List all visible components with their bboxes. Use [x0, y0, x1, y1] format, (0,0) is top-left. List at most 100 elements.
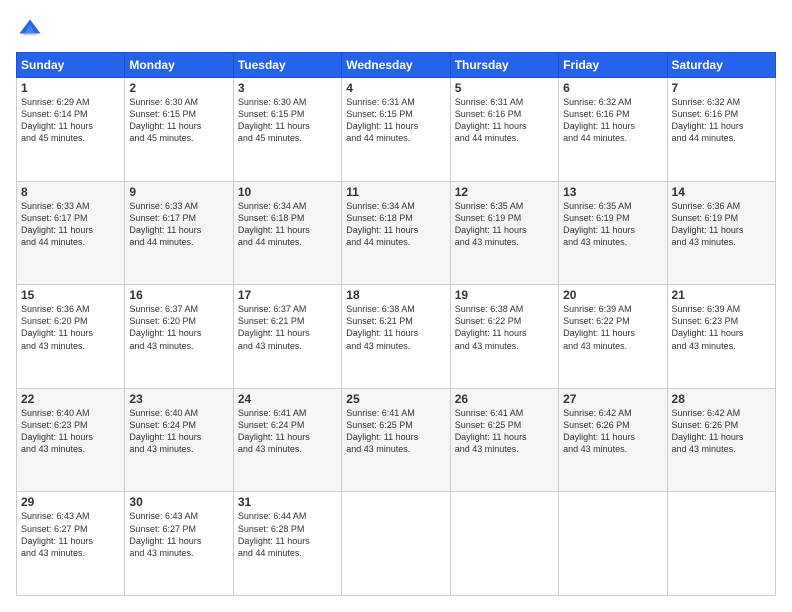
day-number: 13: [563, 185, 662, 199]
calendar-cell: 20Sunrise: 6:39 AM Sunset: 6:22 PM Dayli…: [559, 285, 667, 389]
calendar-cell: 17Sunrise: 6:37 AM Sunset: 6:21 PM Dayli…: [233, 285, 341, 389]
calendar-cell: 11Sunrise: 6:34 AM Sunset: 6:18 PM Dayli…: [342, 181, 450, 285]
day-details: Sunrise: 6:40 AM Sunset: 6:23 PM Dayligh…: [21, 407, 120, 456]
calendar-cell: [342, 492, 450, 596]
day-details: Sunrise: 6:44 AM Sunset: 6:28 PM Dayligh…: [238, 510, 337, 559]
day-details: Sunrise: 6:38 AM Sunset: 6:22 PM Dayligh…: [455, 303, 554, 352]
day-number: 3: [238, 81, 337, 95]
day-details: Sunrise: 6:43 AM Sunset: 6:27 PM Dayligh…: [129, 510, 228, 559]
day-details: Sunrise: 6:33 AM Sunset: 6:17 PM Dayligh…: [129, 200, 228, 249]
day-number: 22: [21, 392, 120, 406]
day-number: 2: [129, 81, 228, 95]
calendar-cell: 19Sunrise: 6:38 AM Sunset: 6:22 PM Dayli…: [450, 285, 558, 389]
day-details: Sunrise: 6:42 AM Sunset: 6:26 PM Dayligh…: [672, 407, 771, 456]
day-number: 24: [238, 392, 337, 406]
calendar-cell: 10Sunrise: 6:34 AM Sunset: 6:18 PM Dayli…: [233, 181, 341, 285]
calendar-cell: 28Sunrise: 6:42 AM Sunset: 6:26 PM Dayli…: [667, 388, 775, 492]
calendar-cell: 27Sunrise: 6:42 AM Sunset: 6:26 PM Dayli…: [559, 388, 667, 492]
calendar-cell: [559, 492, 667, 596]
calendar-cell: 6Sunrise: 6:32 AM Sunset: 6:16 PM Daylig…: [559, 78, 667, 182]
day-details: Sunrise: 6:36 AM Sunset: 6:20 PM Dayligh…: [21, 303, 120, 352]
calendar-cell: 5Sunrise: 6:31 AM Sunset: 6:16 PM Daylig…: [450, 78, 558, 182]
calendar-cell: 8Sunrise: 6:33 AM Sunset: 6:17 PM Daylig…: [17, 181, 125, 285]
calendar-cell: 21Sunrise: 6:39 AM Sunset: 6:23 PM Dayli…: [667, 285, 775, 389]
calendar-cell: 24Sunrise: 6:41 AM Sunset: 6:24 PM Dayli…: [233, 388, 341, 492]
day-number: 5: [455, 81, 554, 95]
calendar-cell: 14Sunrise: 6:36 AM Sunset: 6:19 PM Dayli…: [667, 181, 775, 285]
calendar-cell: 16Sunrise: 6:37 AM Sunset: 6:20 PM Dayli…: [125, 285, 233, 389]
day-details: Sunrise: 6:30 AM Sunset: 6:15 PM Dayligh…: [129, 96, 228, 145]
day-number: 1: [21, 81, 120, 95]
day-number: 16: [129, 288, 228, 302]
weekday-header: Friday: [559, 53, 667, 78]
day-details: Sunrise: 6:40 AM Sunset: 6:24 PM Dayligh…: [129, 407, 228, 456]
day-details: Sunrise: 6:32 AM Sunset: 6:16 PM Dayligh…: [672, 96, 771, 145]
day-number: 4: [346, 81, 445, 95]
day-details: Sunrise: 6:32 AM Sunset: 6:16 PM Dayligh…: [563, 96, 662, 145]
header: [16, 16, 776, 44]
day-number: 10: [238, 185, 337, 199]
day-details: Sunrise: 6:41 AM Sunset: 6:25 PM Dayligh…: [346, 407, 445, 456]
day-number: 17: [238, 288, 337, 302]
calendar-cell: [450, 492, 558, 596]
weekday-header: Monday: [125, 53, 233, 78]
day-details: Sunrise: 6:41 AM Sunset: 6:24 PM Dayligh…: [238, 407, 337, 456]
day-number: 15: [21, 288, 120, 302]
calendar-cell: 22Sunrise: 6:40 AM Sunset: 6:23 PM Dayli…: [17, 388, 125, 492]
day-number: 8: [21, 185, 120, 199]
day-number: 30: [129, 495, 228, 509]
calendar-cell: 1Sunrise: 6:29 AM Sunset: 6:14 PM Daylig…: [17, 78, 125, 182]
calendar-cell: 25Sunrise: 6:41 AM Sunset: 6:25 PM Dayli…: [342, 388, 450, 492]
day-details: Sunrise: 6:37 AM Sunset: 6:20 PM Dayligh…: [129, 303, 228, 352]
day-details: Sunrise: 6:37 AM Sunset: 6:21 PM Dayligh…: [238, 303, 337, 352]
day-number: 26: [455, 392, 554, 406]
day-details: Sunrise: 6:33 AM Sunset: 6:17 PM Dayligh…: [21, 200, 120, 249]
day-details: Sunrise: 6:39 AM Sunset: 6:23 PM Dayligh…: [672, 303, 771, 352]
weekday-header: Sunday: [17, 53, 125, 78]
calendar-cell: 3Sunrise: 6:30 AM Sunset: 6:15 PM Daylig…: [233, 78, 341, 182]
day-details: Sunrise: 6:43 AM Sunset: 6:27 PM Dayligh…: [21, 510, 120, 559]
calendar-cell: [667, 492, 775, 596]
logo: [16, 16, 48, 44]
day-number: 20: [563, 288, 662, 302]
day-details: Sunrise: 6:34 AM Sunset: 6:18 PM Dayligh…: [238, 200, 337, 249]
calendar-cell: 13Sunrise: 6:35 AM Sunset: 6:19 PM Dayli…: [559, 181, 667, 285]
day-details: Sunrise: 6:41 AM Sunset: 6:25 PM Dayligh…: [455, 407, 554, 456]
day-details: Sunrise: 6:42 AM Sunset: 6:26 PM Dayligh…: [563, 407, 662, 456]
day-number: 7: [672, 81, 771, 95]
day-number: 19: [455, 288, 554, 302]
weekday-header: Wednesday: [342, 53, 450, 78]
day-number: 14: [672, 185, 771, 199]
day-number: 23: [129, 392, 228, 406]
day-number: 25: [346, 392, 445, 406]
calendar-cell: 26Sunrise: 6:41 AM Sunset: 6:25 PM Dayli…: [450, 388, 558, 492]
weekday-header: Thursday: [450, 53, 558, 78]
logo-icon: [16, 16, 44, 44]
day-number: 18: [346, 288, 445, 302]
day-number: 27: [563, 392, 662, 406]
weekday-header: Saturday: [667, 53, 775, 78]
day-details: Sunrise: 6:38 AM Sunset: 6:21 PM Dayligh…: [346, 303, 445, 352]
calendar-cell: 9Sunrise: 6:33 AM Sunset: 6:17 PM Daylig…: [125, 181, 233, 285]
day-number: 9: [129, 185, 228, 199]
weekday-header: Tuesday: [233, 53, 341, 78]
calendar-cell: 29Sunrise: 6:43 AM Sunset: 6:27 PM Dayli…: [17, 492, 125, 596]
day-details: Sunrise: 6:35 AM Sunset: 6:19 PM Dayligh…: [455, 200, 554, 249]
day-details: Sunrise: 6:30 AM Sunset: 6:15 PM Dayligh…: [238, 96, 337, 145]
day-details: Sunrise: 6:35 AM Sunset: 6:19 PM Dayligh…: [563, 200, 662, 249]
day-number: 31: [238, 495, 337, 509]
calendar-cell: 7Sunrise: 6:32 AM Sunset: 6:16 PM Daylig…: [667, 78, 775, 182]
day-details: Sunrise: 6:36 AM Sunset: 6:19 PM Dayligh…: [672, 200, 771, 249]
day-number: 6: [563, 81, 662, 95]
day-details: Sunrise: 6:31 AM Sunset: 6:15 PM Dayligh…: [346, 96, 445, 145]
calendar-cell: 31Sunrise: 6:44 AM Sunset: 6:28 PM Dayli…: [233, 492, 341, 596]
calendar-cell: 12Sunrise: 6:35 AM Sunset: 6:19 PM Dayli…: [450, 181, 558, 285]
calendar-cell: 23Sunrise: 6:40 AM Sunset: 6:24 PM Dayli…: [125, 388, 233, 492]
day-details: Sunrise: 6:29 AM Sunset: 6:14 PM Dayligh…: [21, 96, 120, 145]
day-number: 28: [672, 392, 771, 406]
day-details: Sunrise: 6:39 AM Sunset: 6:22 PM Dayligh…: [563, 303, 662, 352]
day-details: Sunrise: 6:31 AM Sunset: 6:16 PM Dayligh…: [455, 96, 554, 145]
calendar-cell: 4Sunrise: 6:31 AM Sunset: 6:15 PM Daylig…: [342, 78, 450, 182]
calendar-cell: 2Sunrise: 6:30 AM Sunset: 6:15 PM Daylig…: [125, 78, 233, 182]
day-number: 21: [672, 288, 771, 302]
